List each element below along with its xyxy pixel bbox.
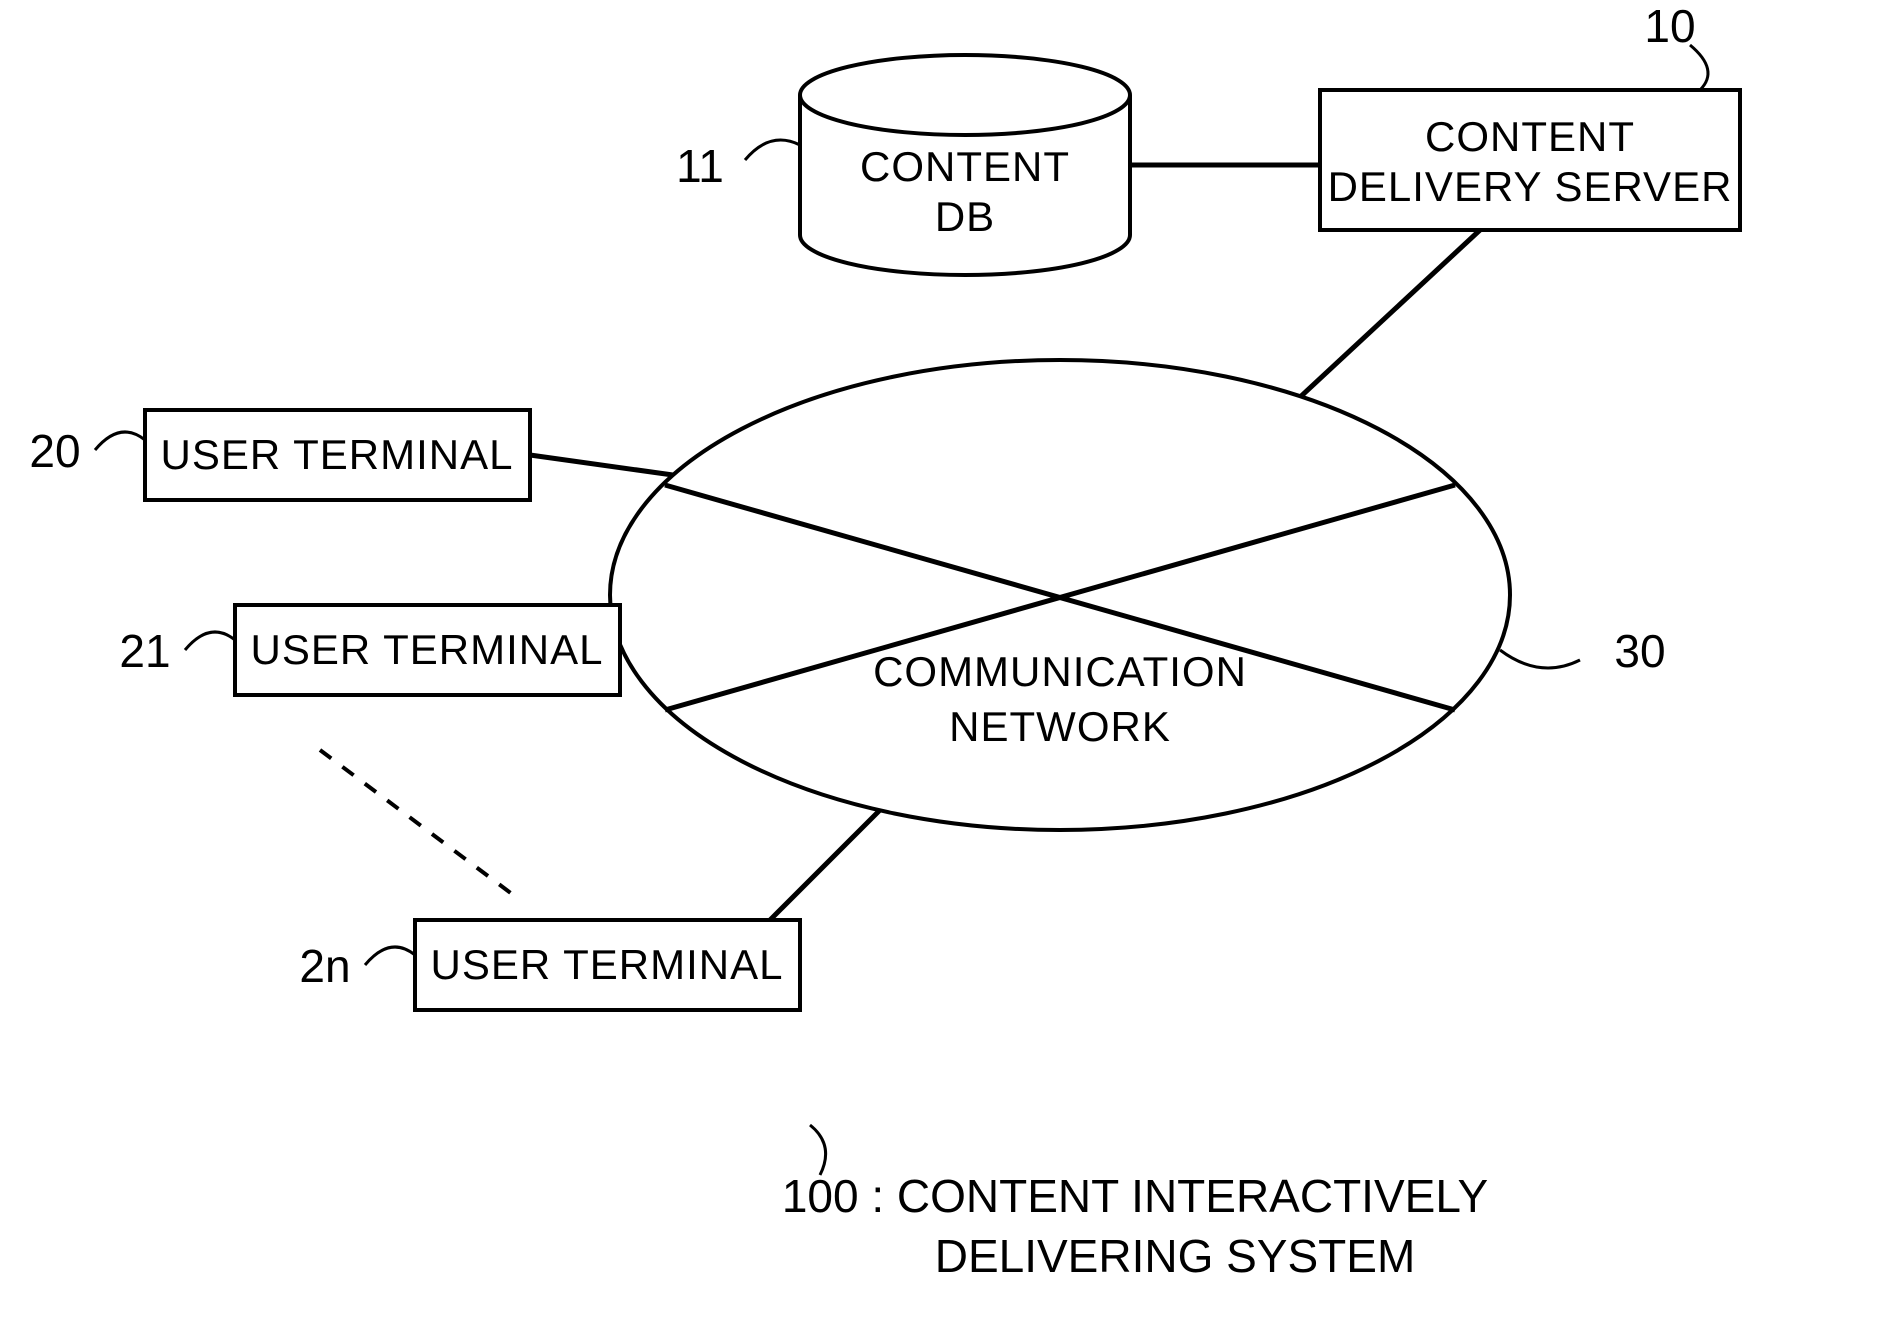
network-label-1: COMMUNICATION <box>873 648 1247 695</box>
ref-termN: 2n <box>299 940 350 992</box>
network-node: COMMUNICATION NETWORK <box>610 360 1510 830</box>
lead-term1 <box>185 632 235 650</box>
server-label-2: DELIVERY SERVER <box>1328 163 1733 210</box>
caption-text: 100 : CONTENT INTERACTIVELY <box>782 1170 1488 1222</box>
ref-db: 11 <box>676 140 724 192</box>
lead-caption <box>810 1125 826 1175</box>
terminal-0-node: USER TERMINAL <box>145 410 530 500</box>
caption-line2: DELIVERING SYSTEM <box>935 1230 1416 1282</box>
terminal-1-node: USER TERMINAL <box>235 605 620 695</box>
system-diagram: COMMUNICATION NETWORK 30 CONTENT DB 11 C… <box>0 0 1895 1328</box>
ref-server: 10 <box>1644 0 1695 52</box>
db-node: CONTENT DB <box>800 55 1130 275</box>
terminal-ellipsis <box>320 750 520 900</box>
caption-ref: 100 <box>782 1170 859 1222</box>
lead-term0 <box>95 432 145 450</box>
caption-sep: : <box>871 1170 884 1222</box>
lead-network <box>1500 650 1580 668</box>
ref-network: 30 <box>1614 625 1665 677</box>
terminal-1-label: USER TERMINAL <box>251 626 604 673</box>
server-node: CONTENT DELIVERY SERVER <box>1320 90 1740 230</box>
terminal-n-node: USER TERMINAL <box>415 920 800 1010</box>
db-label-2: DB <box>935 193 995 240</box>
lead-termN <box>365 947 415 965</box>
ref-term1: 21 <box>119 625 170 677</box>
db-label-1: CONTENT <box>860 143 1070 190</box>
ref-term0: 20 <box>29 425 80 477</box>
caption-line1: CONTENT INTERACTIVELY <box>897 1170 1488 1222</box>
server-label-1: CONTENT <box>1425 113 1635 160</box>
terminal-0-label: USER TERMINAL <box>161 431 514 478</box>
terminal-n-label: USER TERMINAL <box>431 941 784 988</box>
lead-db <box>745 140 800 160</box>
network-label-2: NETWORK <box>949 703 1171 750</box>
